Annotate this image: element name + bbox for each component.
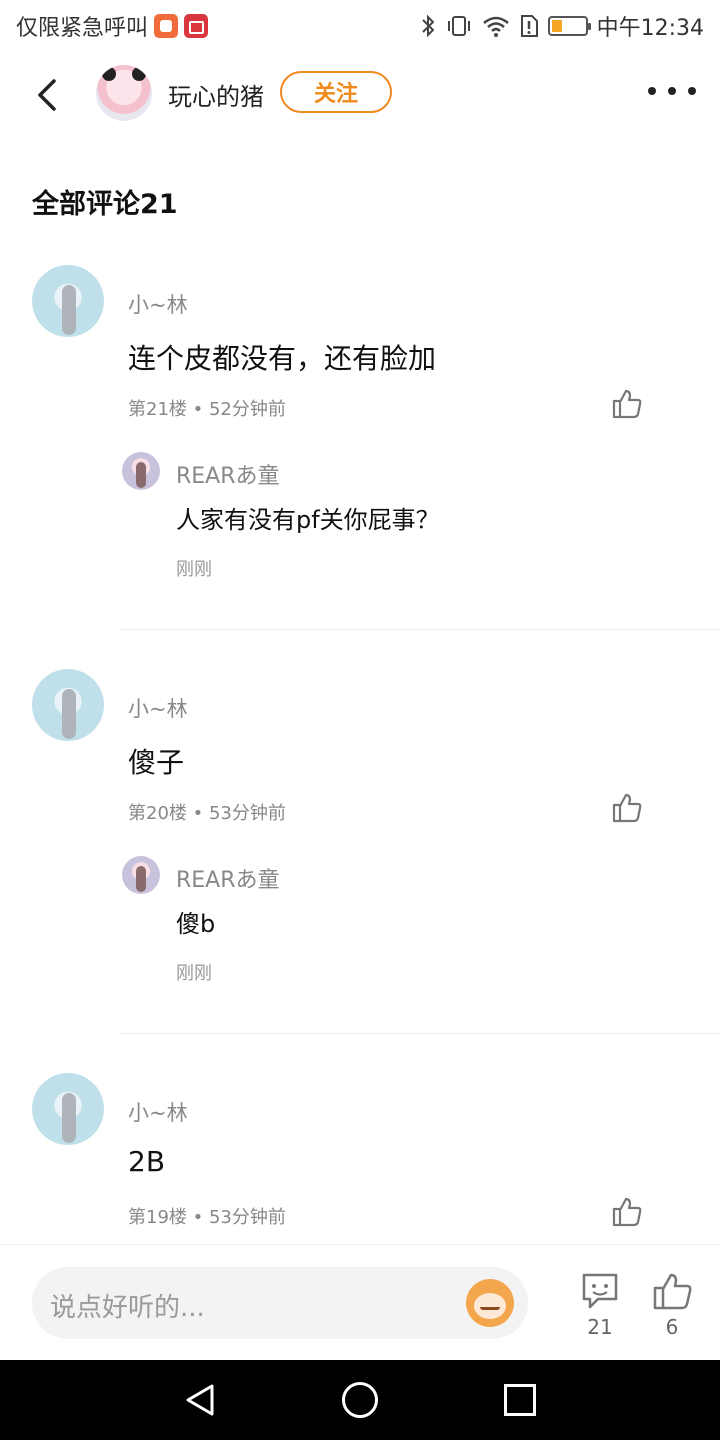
- back-arrow-icon[interactable]: [28, 75, 68, 115]
- nav-recent-apps-icon[interactable]: [504, 1384, 536, 1416]
- system-nav-bar: [0, 1360, 720, 1440]
- commenter-name[interactable]: 小~林: [128, 1097, 188, 1127]
- like-icon[interactable]: [610, 791, 644, 825]
- like-icon[interactable]: [610, 1195, 644, 1229]
- sim-alert-icon: [520, 15, 538, 37]
- comment-count: 21: [587, 1315, 613, 1339]
- reply-text: 傻b: [176, 910, 216, 938]
- input-placeholder: 说点好听的...: [50, 1293, 205, 1323]
- reply-avatar[interactable]: [122, 856, 160, 894]
- app-notification-icon: [154, 14, 179, 38]
- reply-author-name[interactable]: REARあ童: [176, 458, 280, 490]
- status-time: 中午12:34: [596, 16, 704, 41]
- carrier-text: 仅限紧急呼叫: [16, 16, 149, 41]
- reply-time: 刚刚: [176, 963, 212, 984]
- like-icon[interactable]: [650, 1269, 694, 1313]
- bluetooth-icon: [421, 14, 435, 38]
- reply-avatar[interactable]: [122, 452, 160, 490]
- more-options-icon[interactable]: [648, 79, 696, 103]
- comment-input[interactable]: 说点好听的...: [32, 1267, 528, 1339]
- comment-text: 傻子: [128, 746, 185, 779]
- section-title: 全部评论21: [32, 189, 178, 220]
- status-right: 中午12:34: [420, 10, 704, 42]
- reply-text: 人家有没有pf关你屁事？: [176, 506, 440, 534]
- divider: [120, 1033, 720, 1034]
- like-count: 6: [665, 1315, 679, 1339]
- reply-time: 刚刚: [176, 559, 212, 580]
- wifi-icon: [482, 16, 509, 37]
- comment-meta: 第20楼 • 53分钟前: [128, 803, 286, 824]
- nav-home-icon[interactable]: [342, 1382, 378, 1418]
- status-left: 仅限紧急呼叫: [16, 10, 209, 42]
- reply-author-name[interactable]: REARあ童: [176, 862, 280, 894]
- commenter-name[interactable]: 小~林: [128, 693, 188, 723]
- comment-icon[interactable]: [578, 1269, 622, 1313]
- nav-back-icon[interactable]: [182, 1382, 218, 1418]
- comment-meta: 第21楼 • 52分钟前: [128, 399, 286, 420]
- divider: [120, 629, 720, 630]
- commenter-name[interactable]: 小~林: [128, 289, 188, 319]
- comment-text: 2B: [128, 1145, 166, 1178]
- author-avatar[interactable]: [96, 65, 152, 121]
- follow-button[interactable]: 关注: [280, 71, 392, 113]
- comment-text: 连个皮都没有，还有脸加: [128, 342, 437, 375]
- commenter-avatar[interactable]: [32, 265, 104, 337]
- comment-meta: 第19楼 • 53分钟前: [128, 1207, 286, 1228]
- header: 玩心的猪 关注: [0, 55, 720, 135]
- author-name[interactable]: 玩心的猪: [168, 77, 264, 112]
- commenter-avatar[interactable]: [32, 669, 104, 741]
- mascot-emoji-icon[interactable]: [466, 1279, 514, 1327]
- battery-icon: [547, 16, 591, 36]
- bottom-bar: 说点好听的... 21 6: [0, 1244, 720, 1360]
- like-icon[interactable]: [610, 387, 644, 421]
- status-bar: 仅限紧急呼叫 中午12:34: [0, 0, 720, 50]
- commenter-avatar[interactable]: [32, 1073, 104, 1145]
- vibrate-icon: [447, 16, 470, 36]
- video-app-notification-icon: [184, 14, 209, 38]
